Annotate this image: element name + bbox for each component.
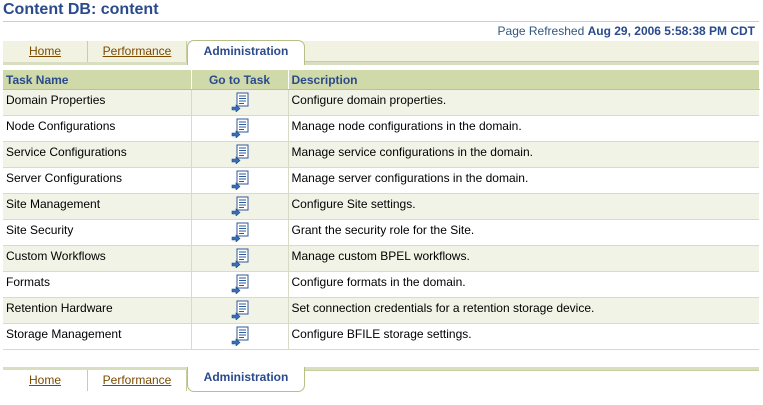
tab-performance[interactable]: Performance [88, 41, 187, 62]
task-description-cell: Configure BFILE storage settings. [288, 323, 759, 350]
task-name-cell: Storage Management [3, 323, 192, 350]
task-name-cell: Retention Hardware [3, 297, 192, 324]
go-to-task-cell [191, 193, 289, 220]
table-header-row: Task Name Go to Task Description [3, 70, 760, 90]
go-to-task-cell [191, 271, 289, 298]
task-name-cell: Node Configurations [3, 115, 192, 142]
tab-home-bottom[interactable]: Home [3, 370, 88, 391]
go-to-task-cell [191, 167, 289, 194]
table-row: Service Configurations Manage service con… [3, 141, 759, 168]
table-row: Retention Hardware Set connection credent… [3, 297, 759, 324]
refreshed-label: Page Refreshed [497, 24, 585, 38]
tab-administration-bottom[interactable]: Administration [187, 367, 305, 392]
title-divider [3, 21, 759, 22]
table-row: Node Configurations Manage node configura… [3, 115, 759, 142]
go-to-task-cell [191, 115, 289, 142]
task-description-cell: Configure formats in the domain. [288, 271, 759, 298]
task-name-cell: Custom Workflows [3, 245, 192, 272]
task-description-cell: Configure domain properties. [288, 89, 759, 116]
task-description-cell: Manage custom BPEL workflows. [288, 245, 759, 272]
task-name-cell: Site Management [3, 193, 192, 220]
column-header-go-to-task: Go to Task [191, 70, 289, 90]
table-row: Formats Configure formats in the domain. [3, 271, 759, 298]
table-row: Storage Management Configure BFILE storag… [3, 323, 759, 350]
page-refreshed: Page Refreshed Aug 29, 2006 5:58:38 PM C… [498, 24, 755, 38]
go-to-task-icon[interactable] [231, 222, 249, 243]
tab-administration[interactable]: Administration [187, 40, 305, 65]
task-description-cell: Manage node configurations in the domain… [288, 115, 759, 142]
go-to-task-icon[interactable] [231, 170, 249, 191]
go-to-task-icon[interactable] [231, 274, 249, 295]
go-to-task-icon[interactable] [231, 196, 249, 217]
task-description-cell: Manage server configurations in the doma… [288, 167, 759, 194]
bottom-tab-bar: Home Performance Administration [3, 367, 759, 392]
task-name-cell: Site Security [3, 219, 192, 246]
task-name-cell: Server Configurations [3, 167, 192, 194]
go-to-task-icon[interactable] [231, 326, 249, 347]
refreshed-time: Aug 29, 2006 5:58:38 PM CDT [587, 24, 755, 38]
table-row: Server Configurations Manage server confi… [3, 167, 759, 194]
task-name-cell: Formats [3, 271, 192, 298]
go-to-task-cell [191, 141, 289, 168]
column-header-task-name: Task Name [3, 70, 192, 90]
go-to-task-cell [191, 297, 289, 324]
table-row: Site Management Configure Site settings. [3, 193, 759, 220]
task-name-cell: Domain Properties [3, 89, 192, 116]
task-name-cell: Service Configurations [3, 141, 192, 168]
task-description-cell: Grant the security role for the Site. [288, 219, 759, 246]
go-to-task-icon[interactable] [231, 248, 249, 269]
task-description-cell: Manage service configurations in the dom… [288, 141, 759, 168]
page-title: Content DB: content [3, 1, 159, 18]
tab-home[interactable]: Home [3, 41, 88, 62]
tab-performance-bottom[interactable]: Performance [88, 370, 187, 391]
go-to-task-cell [191, 89, 289, 116]
go-to-task-icon[interactable] [231, 300, 249, 321]
top-tab-bar: Home Performance Administration [3, 40, 759, 65]
task-description-cell: Configure Site settings. [288, 193, 759, 220]
go-to-task-icon[interactable] [231, 118, 249, 139]
table-row: Domain Properties Configure domain proper… [3, 89, 759, 116]
go-to-task-cell [191, 219, 289, 246]
go-to-task-cell [191, 245, 289, 272]
table-row: Site Security Grant the security role for… [3, 219, 759, 246]
task-description-cell: Set connection credentials for a retenti… [288, 297, 759, 324]
go-to-task-icon[interactable] [231, 92, 249, 113]
go-to-task-cell [191, 323, 289, 350]
column-header-description: Description [288, 70, 760, 90]
table-row: Custom Workflows Manage custom BPEL workf… [3, 245, 759, 272]
task-table: Task Name Go to Task Description Domain … [3, 70, 760, 350]
go-to-task-icon[interactable] [231, 144, 249, 165]
